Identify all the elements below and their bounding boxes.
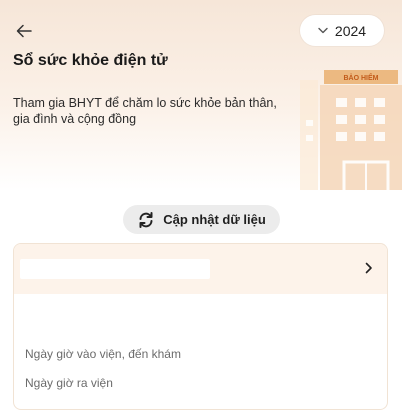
refresh-icon bbox=[139, 211, 153, 228]
year-value: 2024 bbox=[334, 22, 367, 39]
refresh-data-label: Cập nhật dữ liệu bbox=[163, 212, 266, 227]
page-subtitle: Tham gia BHYT để chăm lo sức khỏe bản th… bbox=[13, 96, 277, 126]
back-button[interactable] bbox=[12, 20, 36, 42]
insurance-building-illustration: BẢO HIỂM bbox=[300, 70, 402, 190]
chevron-right-icon bbox=[365, 262, 373, 274]
illustration-sign-text: BẢO HIỂM bbox=[344, 73, 379, 82]
year-selector[interactable]: 2024 bbox=[300, 15, 384, 46]
page-title: Sổ sức khỏe điện tử bbox=[13, 52, 168, 69]
facility-name bbox=[20, 259, 210, 279]
arrow-left-icon bbox=[16, 24, 32, 38]
chevron-down-icon bbox=[318, 27, 328, 34]
record-card-header[interactable] bbox=[14, 244, 387, 294]
medical-record-card: Ngày giờ vào viện, đến khám Ngày giờ ra … bbox=[13, 243, 388, 410]
discharge-time-label: Ngày giờ ra viện bbox=[25, 376, 113, 390]
refresh-data-button[interactable]: Cập nhật dữ liệu bbox=[123, 205, 280, 234]
admission-time-label: Ngày giờ vào viện, đến khám bbox=[25, 347, 181, 361]
